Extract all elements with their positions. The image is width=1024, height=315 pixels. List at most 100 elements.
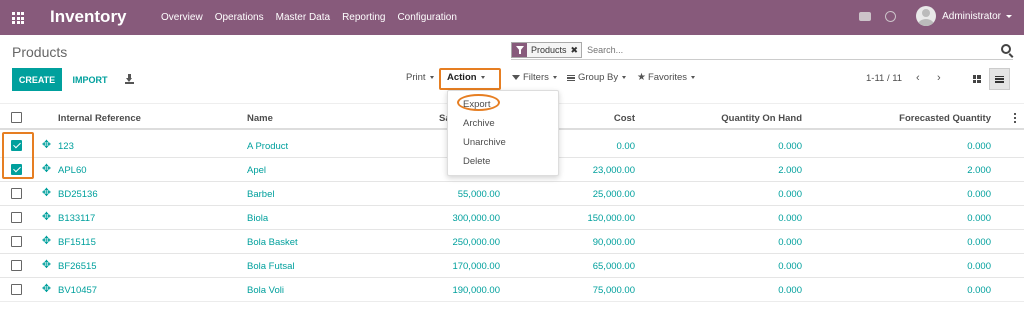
search-facet-label: Products [531, 45, 567, 55]
drag-handle-icon[interactable]: ✥ [41, 260, 52, 271]
cell-internal-reference: BF15115 [58, 237, 96, 248]
user-menu-name[interactable]: Administrator [942, 11, 1001, 22]
row-checkbox[interactable] [11, 212, 22, 223]
chat-icon[interactable] [859, 11, 872, 21]
print-label: Print [406, 72, 426, 83]
column-quantity-on-hand[interactable]: Quantity On Hand [682, 113, 802, 124]
caret-down-icon [429, 76, 434, 79]
cell-sales-price: 55,000.00 [457, 189, 500, 200]
cell-cost: 75,000.00 [592, 285, 635, 296]
menu-item-operations[interactable]: Operations [215, 12, 264, 23]
apps-menu-icon[interactable] [12, 12, 24, 24]
column-options-icon[interactable] [1014, 113, 1016, 123]
cell-internal-reference: B133117 [58, 213, 96, 224]
cell-sales-price: 300,000.00 [452, 213, 500, 224]
drag-handle-icon[interactable]: ✥ [41, 236, 52, 247]
breadcrumb: Products [12, 44, 68, 60]
cell-forecasted-quantity: 2.000 [967, 165, 991, 176]
pager-value[interactable]: 1-11 / 11 [866, 73, 902, 84]
import-button[interactable]: IMPORT [64, 68, 116, 91]
cell-cost: 150,000.00 [587, 213, 635, 224]
list-icon [995, 75, 1004, 83]
star-icon: ★ [637, 72, 646, 83]
download-icon[interactable] [125, 74, 134, 84]
row-checkbox[interactable] [11, 260, 22, 271]
selected-rows-highlight [2, 132, 34, 179]
cell-internal-reference: 123 [58, 141, 74, 152]
pager-previous-icon[interactable]: ‹ [916, 72, 920, 84]
create-button[interactable]: CREATE [12, 68, 62, 91]
cell-sales-price: 250,000.00 [452, 237, 500, 248]
column-cost[interactable]: Cost [560, 113, 635, 124]
menu-item-archive[interactable]: Archive [463, 118, 495, 129]
action-dropdown[interactable]: Action [447, 72, 485, 83]
list-view-button[interactable] [989, 68, 1010, 90]
cell-name: Biola [247, 213, 269, 224]
kanban-view-button[interactable] [966, 68, 987, 90]
table-row[interactable]: ✥ BF15115 Bola Basket 250,000.00 90,000.00 0.… [0, 230, 1024, 254]
drag-handle-icon[interactable]: ✥ [41, 188, 52, 199]
table-row[interactable]: ✥ BF26515 Bola Futsal 170,000.00 65,000.00 0.… [0, 254, 1024, 278]
drag-handle-icon[interactable]: ✥ [41, 140, 52, 151]
navbar-right: Administrator [859, 6, 1012, 26]
groupby-dropdown[interactable]: Group By [567, 72, 627, 83]
caret-down-icon [622, 76, 627, 79]
app-title[interactable]: Inventory [50, 7, 127, 27]
filters-dropdown[interactable]: Filters [512, 72, 557, 83]
bottom-fade [0, 300, 1024, 315]
column-internal-reference[interactable]: Internal Reference [58, 113, 141, 124]
table-row[interactable]: ✥ BD25136 Barbel 55,000.00 25,000.00 0.000 0.0… [0, 182, 1024, 206]
row-checkbox[interactable] [11, 284, 22, 295]
filter-icon [512, 75, 520, 80]
search-input[interactable] [587, 45, 968, 55]
caret-down-icon [552, 76, 557, 79]
print-dropdown[interactable]: Print [406, 72, 434, 83]
cell-forecasted-quantity: 0.000 [967, 285, 991, 296]
menu-item-unarchive[interactable]: Unarchive [463, 137, 506, 148]
clock-icon[interactable] [885, 10, 897, 22]
close-icon[interactable]: ✖ [571, 45, 582, 56]
drag-handle-icon[interactable]: ✥ [41, 164, 52, 175]
filters-label: Filters [523, 72, 549, 83]
cell-internal-reference: APL60 [58, 165, 87, 176]
favorites-dropdown[interactable]: ★ Favorites [637, 72, 696, 83]
menu-item-export[interactable]: Export [463, 99, 490, 110]
row-checkbox[interactable] [11, 236, 22, 247]
pager-next-icon[interactable]: › [937, 72, 941, 84]
cell-quantity-on-hand: 0.000 [778, 189, 802, 200]
cell-forecasted-quantity: 0.000 [967, 261, 991, 272]
cell-name: Apel [247, 165, 267, 176]
search-facet[interactable]: Products ✖ [511, 42, 583, 58]
favorites-label: Favorites [647, 72, 688, 83]
table-row[interactable]: ✥ BV10457 Bola Voli 190,000.00 75,000.00 0.00… [0, 278, 1024, 302]
menu-item-configuration[interactable]: Configuration [397, 12, 456, 23]
column-forecasted-quantity[interactable]: Forecasted Quantity [851, 113, 991, 124]
cell-name: Barbel [247, 189, 275, 200]
drag-handle-icon[interactable]: ✥ [41, 284, 52, 295]
menu-item-overview[interactable]: Overview [161, 12, 203, 23]
main-menu: Overview Operations Master Data Reportin… [161, 12, 469, 23]
drag-handle-icon[interactable]: ✥ [41, 212, 52, 223]
cell-quantity-on-hand: 0.000 [778, 237, 802, 248]
cell-sales-price: 170,000.00 [452, 261, 500, 272]
table-row[interactable]: ✥ B133117 Biola 300,000.00 150,000.00 0.000 0.… [0, 206, 1024, 230]
menu-item-reporting[interactable]: Reporting [342, 12, 385, 23]
top-navbar: Inventory Overview Operations Master Dat… [0, 0, 1024, 35]
action-label: Action [447, 72, 477, 83]
search-icon[interactable] [1001, 44, 1011, 54]
cell-forecasted-quantity: 0.000 [967, 141, 991, 152]
cell-cost: 25,000.00 [592, 189, 635, 200]
cell-internal-reference: BD25136 [58, 189, 98, 200]
menu-item-delete[interactable]: Delete [463, 156, 490, 167]
row-checkbox[interactable] [11, 188, 22, 199]
avatar[interactable] [916, 6, 937, 26]
select-all-checkbox[interactable] [11, 112, 22, 123]
menu-item-master-data[interactable]: Master Data [276, 12, 330, 23]
cell-quantity-on-hand: 0.000 [778, 213, 802, 224]
cell-forecasted-quantity: 0.000 [967, 237, 991, 248]
column-name[interactable]: Name [247, 113, 273, 124]
chevron-down-icon[interactable] [1006, 14, 1012, 18]
caret-down-icon [691, 76, 696, 79]
search-bar[interactable]: Products ✖ [511, 41, 1013, 60]
bars-icon [567, 74, 575, 81]
